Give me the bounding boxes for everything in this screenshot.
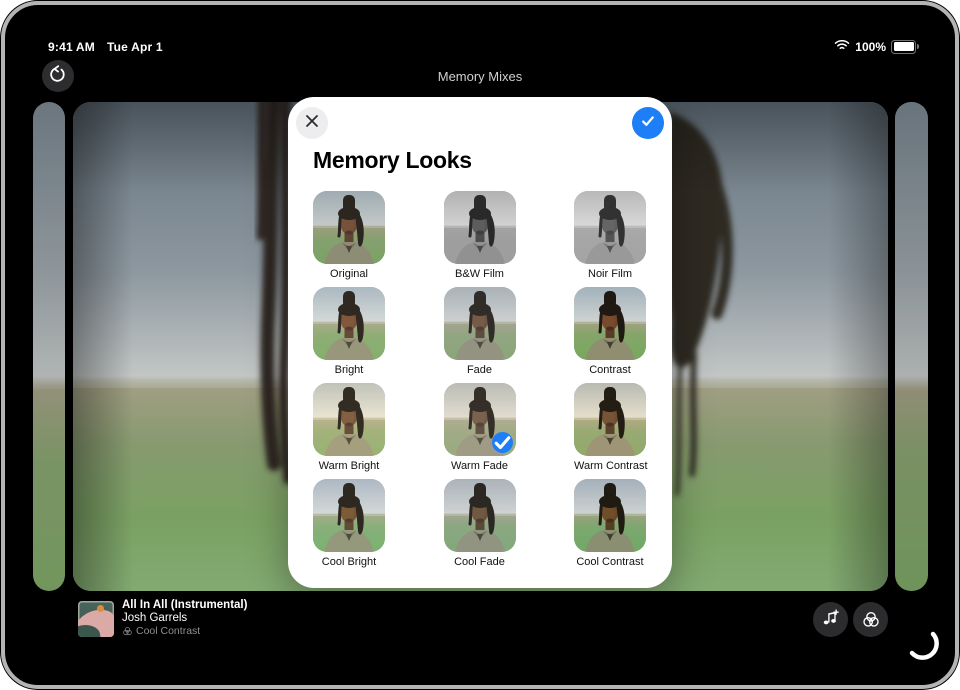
applied-look-row: Cool Contrast: [122, 625, 247, 638]
close-icon: [305, 114, 319, 133]
look-thumbnail: [444, 191, 516, 264]
look-option-warm-bright[interactable]: Warm Bright: [313, 383, 385, 472]
screen: 9:41 AM Tue Apr 1 100% Memory Mixes: [0, 0, 960, 690]
look-thumbnail: [313, 287, 385, 360]
wifi-icon: [834, 39, 850, 54]
look-option-warm-fade[interactable]: Warm Fade: [444, 383, 516, 472]
checkmark-icon: [640, 113, 656, 134]
checkmark-badge-icon: [492, 432, 513, 453]
look-option-bw-film[interactable]: B&W Film: [444, 191, 516, 280]
undo-icon: [49, 65, 67, 88]
add-music-button[interactable]: [813, 602, 848, 637]
song-title: All In All (Instrumental): [122, 599, 247, 612]
memory-looks-modal: Memory Looks Original B&W Film Noir Film…: [288, 97, 672, 588]
filters-icon: [861, 610, 881, 630]
look-thumbnail: [444, 383, 516, 456]
looks-grid: Original B&W Film Noir Film Bright Fade: [313, 191, 646, 568]
look-thumbnail: [574, 191, 646, 264]
memory-look-icon: [122, 626, 133, 637]
look-option-noir-film[interactable]: Noir Film: [574, 191, 646, 280]
look-option-original[interactable]: Original: [313, 191, 385, 280]
look-option-contrast[interactable]: Contrast: [574, 287, 646, 376]
close-button[interactable]: [296, 107, 328, 139]
clock: 9:41 AM: [48, 40, 95, 54]
battery-percent: 100%: [855, 40, 886, 54]
look-option-fade[interactable]: Fade: [444, 287, 516, 376]
look-thumbnail: [313, 479, 385, 552]
undo-button[interactable]: [42, 60, 74, 92]
next-memory-card[interactable]: [895, 102, 928, 591]
ipad-device: 9:41 AM Tue Apr 1 100% Memory Mixes: [0, 0, 960, 690]
look-thumbnail: [444, 287, 516, 360]
look-thumbnail: [444, 479, 516, 552]
confirm-button[interactable]: [632, 107, 664, 139]
date: Tue Apr 1: [107, 40, 163, 54]
look-option-cool-contrast[interactable]: Cool Contrast: [574, 479, 646, 568]
status-bar-right: 100%: [834, 39, 916, 54]
page-title: Memory Mixes: [0, 69, 960, 84]
memory-looks-button[interactable]: [853, 602, 888, 637]
modal-title: Memory Looks: [313, 147, 472, 174]
corner-arc-decoration: [903, 622, 943, 662]
applied-look-label: Cool Contrast: [136, 625, 200, 638]
look-thumbnail: [574, 383, 646, 456]
look-thumbnail: [574, 479, 646, 552]
battery-icon: [891, 40, 916, 54]
song-artist: Josh Garrels: [122, 612, 247, 625]
status-bar-left: 9:41 AM Tue Apr 1: [48, 40, 163, 54]
look-option-cool-fade[interactable]: Cool Fade: [444, 479, 516, 568]
look-thumbnail: [313, 383, 385, 456]
look-option-warm-contrast[interactable]: Warm Contrast: [574, 383, 646, 472]
previous-memory-card[interactable]: [33, 102, 65, 591]
add-music-icon: [821, 608, 840, 632]
look-thumbnail: [574, 287, 646, 360]
look-option-cool-bright[interactable]: Cool Bright: [313, 479, 385, 568]
look-thumbnail: [313, 191, 385, 264]
look-option-bright[interactable]: Bright: [313, 287, 385, 376]
album-art: [78, 601, 114, 637]
now-playing-info: All In All (Instrumental) Josh Garrels C…: [122, 599, 247, 638]
